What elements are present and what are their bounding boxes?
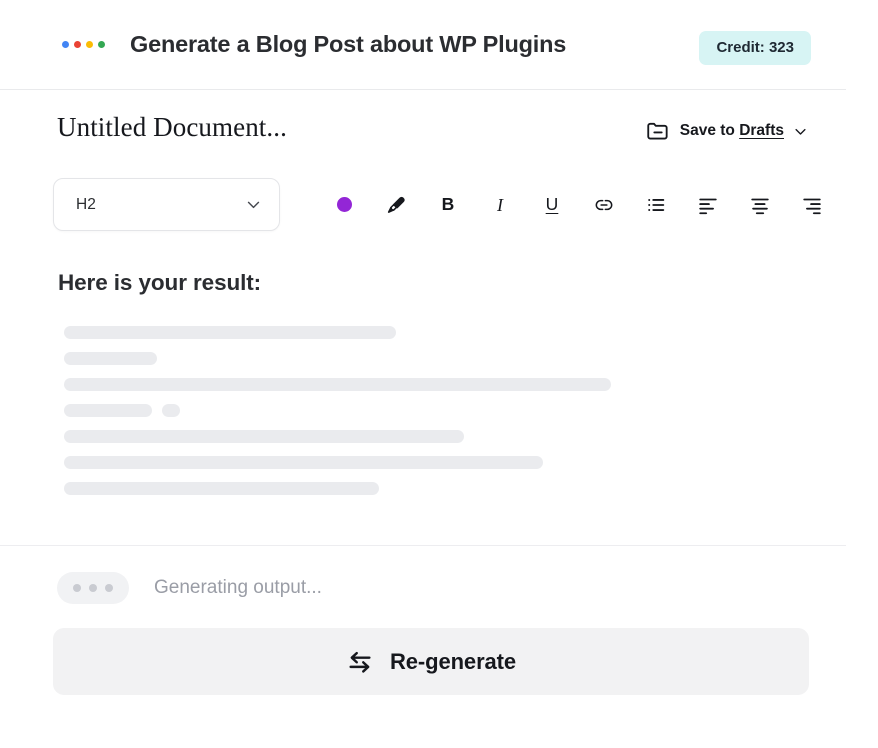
bullet-list-button[interactable]	[630, 185, 682, 225]
content-skeleton	[64, 326, 804, 508]
app-root: Generate a Blog Post about WP Plugins Cr…	[0, 0, 878, 748]
align-center-button[interactable]	[734, 185, 786, 225]
credit-badge: Credit: 323	[699, 31, 811, 65]
skeleton-row	[64, 378, 804, 391]
logo-dot-yellow	[86, 41, 93, 48]
document-title[interactable]: Untitled Document...	[57, 112, 287, 143]
skeleton-bar	[64, 482, 379, 495]
save-to-control[interactable]: Save to Drafts	[645, 118, 808, 144]
align-center-icon	[749, 194, 771, 216]
regenerate-label: Re-generate	[390, 649, 516, 675]
typing-indicator	[57, 572, 129, 604]
typing-dot	[89, 584, 97, 592]
skeleton-bar	[64, 456, 543, 469]
typing-dot	[73, 584, 81, 592]
skeleton-row	[64, 482, 804, 495]
editor-body[interactable]: Here is your result:	[0, 250, 846, 546]
app-header: Generate a Blog Post about WP Plugins Cr…	[0, 0, 846, 90]
bullet-list-icon	[645, 194, 667, 216]
folder-minus-icon	[645, 118, 671, 144]
highlighter-button[interactable]	[370, 185, 422, 225]
document-header: Untitled Document... Save to Drafts	[0, 90, 846, 170]
link-icon	[593, 194, 615, 216]
skeleton-row	[64, 352, 804, 365]
align-left-button[interactable]	[682, 185, 734, 225]
skeleton-row	[64, 456, 804, 469]
formatting-toolbar: H2 B	[0, 178, 846, 232]
toolbar-buttons: B I U	[318, 178, 838, 231]
color-swatch-icon	[337, 197, 352, 212]
text-style-value: H2	[76, 196, 96, 214]
highlighter-pen-icon	[385, 194, 407, 216]
skeleton-bar	[64, 378, 611, 391]
bold-icon: B	[442, 196, 455, 214]
chevron-down-icon	[245, 196, 262, 213]
text-style-select[interactable]: H2	[53, 178, 280, 231]
italic-button[interactable]: I	[474, 185, 526, 225]
skeleton-bar	[64, 326, 396, 339]
skeleton-row	[64, 326, 804, 339]
skeleton-row	[64, 404, 804, 417]
logo-dot-red	[74, 41, 81, 48]
bold-button[interactable]: B	[422, 185, 474, 225]
save-to-label: Save to Drafts	[680, 122, 784, 140]
skeleton-bar	[64, 404, 152, 417]
text-color-button[interactable]	[318, 185, 370, 225]
skeleton-bar	[162, 404, 180, 417]
align-right-button[interactable]	[786, 185, 838, 225]
skeleton-row	[64, 430, 804, 443]
italic-icon: I	[497, 196, 503, 214]
underline-button[interactable]: U	[526, 185, 578, 225]
underline-icon: U	[546, 196, 559, 214]
generation-status: Generating output...	[0, 565, 846, 610]
logo-dot-green	[98, 41, 105, 48]
typing-dot	[105, 584, 113, 592]
chevron-down-icon[interactable]	[793, 124, 808, 139]
app-logo	[62, 41, 105, 48]
align-left-icon	[697, 194, 719, 216]
skeleton-bar	[64, 352, 157, 365]
status-text: Generating output...	[154, 577, 322, 599]
logo-dot-blue	[62, 41, 69, 48]
result-heading: Here is your result:	[58, 270, 261, 296]
link-button[interactable]	[578, 185, 630, 225]
skeleton-bar	[64, 430, 464, 443]
save-prefix-text: Save to	[680, 122, 735, 139]
page-title: Generate a Blog Post about WP Plugins	[130, 31, 566, 58]
align-right-icon	[801, 194, 823, 216]
save-target-text[interactable]: Drafts	[739, 122, 784, 139]
regenerate-button[interactable]: Re-generate	[53, 628, 809, 695]
arrows-left-right-icon	[346, 648, 374, 676]
